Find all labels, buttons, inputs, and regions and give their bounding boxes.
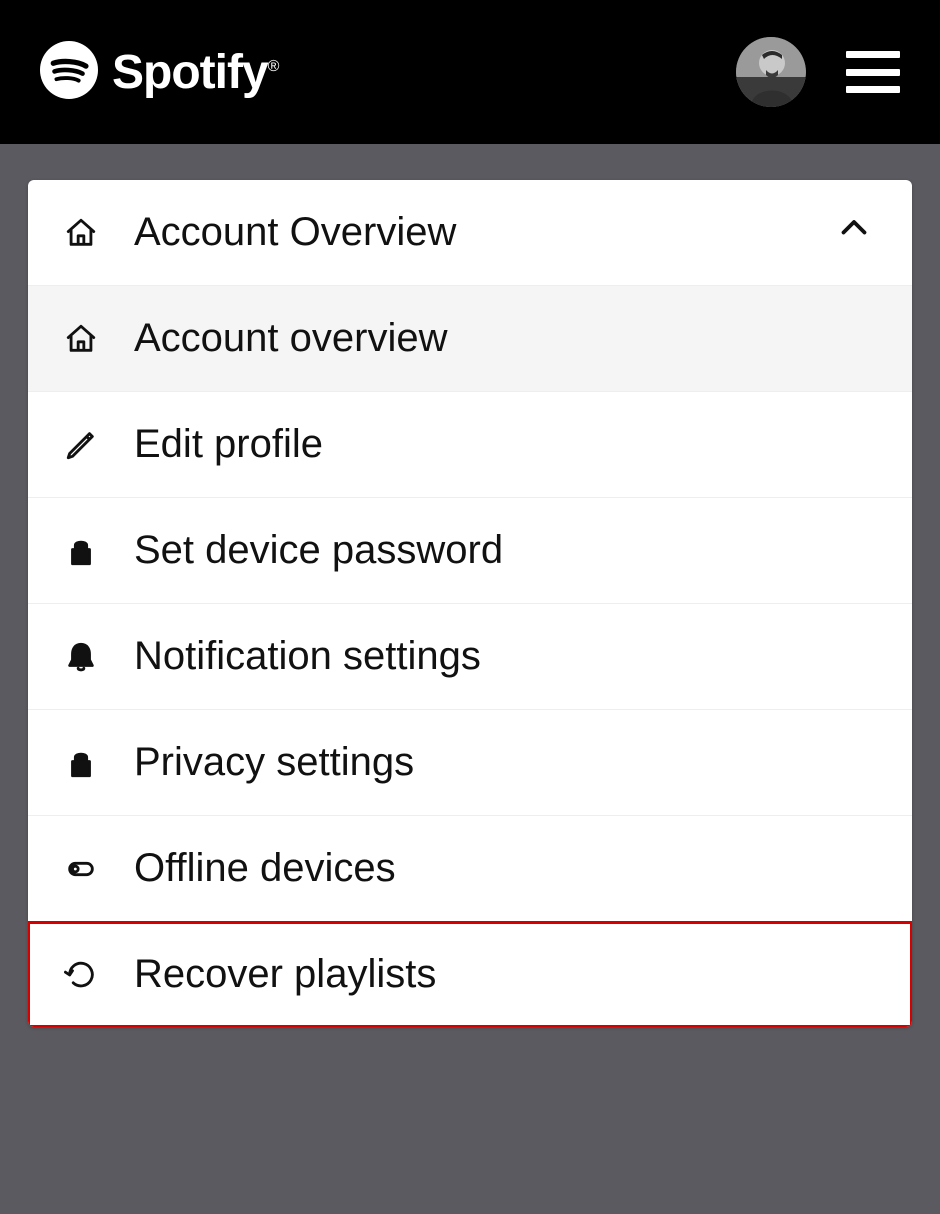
bell-icon [64, 640, 134, 674]
account-menu: Account Overview Account overview Edit pr… [28, 180, 912, 1027]
menu-item-notification-settings[interactable]: Notification settings [28, 604, 912, 710]
menu-item-label: Account overview [134, 316, 876, 361]
brand[interactable]: Spotify® [40, 41, 278, 104]
app-header: Spotify® [0, 0, 940, 144]
menu-item-set-device-password[interactable]: Set device password [28, 498, 912, 604]
toggle-icon [64, 852, 134, 886]
menu-item-edit-profile[interactable]: Edit profile [28, 392, 912, 498]
menu-item-label: Edit profile [134, 422, 876, 467]
menu-item-account-overview[interactable]: Account overview [28, 286, 912, 392]
header-right [736, 37, 900, 107]
chevron-up-icon [836, 210, 872, 256]
spotify-logo-icon [40, 41, 98, 104]
refresh-icon [64, 958, 134, 992]
brand-name: Spotify® [112, 45, 278, 100]
menu-item-offline-devices[interactable]: Offline devices [28, 816, 912, 922]
menu-header-account-overview[interactable]: Account Overview [28, 180, 912, 286]
home-icon [64, 322, 134, 356]
menu-header-label: Account Overview [134, 210, 876, 255]
page-body: Account Overview Account overview Edit pr… [0, 144, 940, 1027]
lock-icon [64, 534, 134, 568]
pencil-icon [64, 428, 134, 462]
lock-icon [64, 746, 134, 780]
menu-item-privacy-settings[interactable]: Privacy settings [28, 710, 912, 816]
menu-item-label: Offline devices [134, 846, 876, 891]
menu-item-label: Recover playlists [134, 952, 876, 997]
home-icon [64, 216, 134, 250]
menu-item-label: Set device password [134, 528, 876, 573]
menu-item-label: Notification settings [134, 634, 876, 679]
menu-item-recover-playlists[interactable]: Recover playlists [28, 922, 912, 1027]
avatar[interactable] [736, 37, 806, 107]
hamburger-icon[interactable] [846, 51, 900, 93]
menu-item-label: Privacy settings [134, 740, 876, 785]
